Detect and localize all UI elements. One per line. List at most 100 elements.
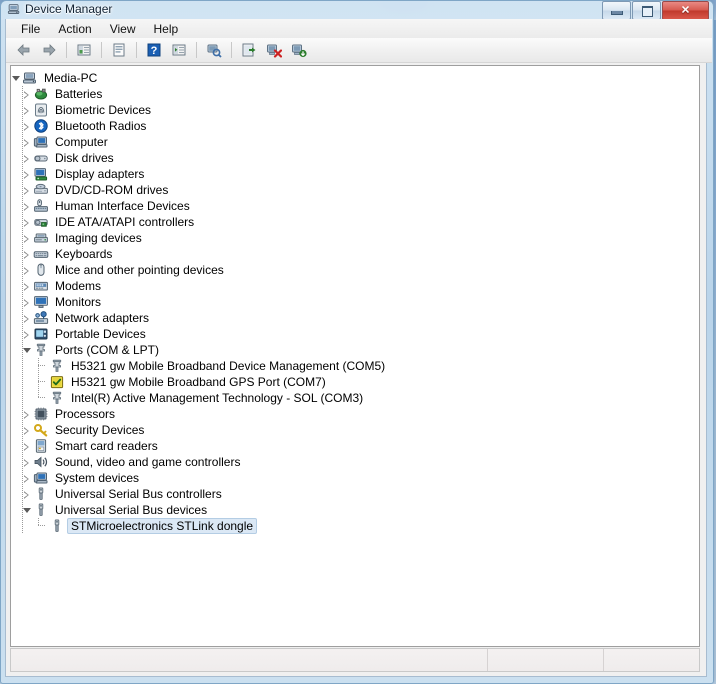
scan-hardware-icon [206, 42, 222, 58]
tree-item[interactable]: Processors [11, 406, 699, 422]
scan-for-hardware-changes-button[interactable] [202, 39, 226, 62]
tree-item[interactable]: Universal Serial Bus controllers [11, 486, 699, 502]
tree-indent-guide [11, 294, 23, 310]
console-tree-icon [76, 42, 92, 58]
tree-item[interactable]: Monitors [11, 294, 699, 310]
menu-action[interactable]: Action [49, 20, 100, 38]
tree-item[interactable]: Media-PC [11, 70, 699, 86]
tree-item[interactable]: DVD/CD-ROM drives [11, 182, 699, 198]
tree-item-label: Human Interface Devices [55, 199, 190, 213]
tree-item[interactable]: Keyboards [11, 246, 699, 262]
tree-expand-toggle-closed[interactable] [22, 310, 33, 326]
back-button[interactable] [12, 39, 36, 62]
sound-controller-icon [33, 454, 49, 470]
tree-item[interactable]: H5321 gw Mobile Broadband Device Managem… [11, 358, 699, 374]
tree-expand-toggle-open[interactable] [22, 502, 33, 518]
tree-expand-toggle-closed[interactable] [22, 294, 33, 310]
status-pane-3 [604, 649, 699, 671]
show-hide-action-pane-button[interactable] [167, 39, 191, 62]
tree-item[interactable]: Human Interface Devices [11, 198, 699, 214]
tree-item-label: Monitors [55, 295, 102, 309]
tree-expand-toggle-open[interactable] [22, 342, 33, 358]
tree-expand-toggle-closed[interactable] [22, 278, 33, 294]
enable-device-button[interactable] [287, 39, 311, 62]
properties-button[interactable] [107, 39, 131, 62]
tree-expand-toggle-closed[interactable] [22, 150, 33, 166]
tree-expand-toggle-closed[interactable] [22, 86, 33, 102]
tree-item[interactable]: Bluetooth Radios [11, 118, 699, 134]
fingerprint-icon [33, 102, 49, 118]
tree-item[interactable]: Intel(R) Active Management Technology - … [11, 390, 699, 406]
battery-icon [33, 86, 49, 102]
tree-expand-toggle-closed[interactable] [22, 326, 33, 342]
tree-expand-toggle-closed[interactable] [22, 214, 33, 230]
computer-node-icon [33, 134, 49, 150]
tree-expand-toggle-closed[interactable] [22, 246, 33, 262]
tree-expand-toggle-closed[interactable] [22, 230, 33, 246]
tree-item[interactable]: System devices [11, 470, 699, 486]
tree-indent-guide [11, 342, 23, 358]
tree-expand-toggle-closed[interactable] [22, 102, 33, 118]
tree-item[interactable]: Display adapters [11, 166, 699, 182]
tree-item[interactable]: Sound, video and game controllers [11, 454, 699, 470]
tree-expand-toggle-closed[interactable] [22, 438, 33, 454]
device-tree-panel[interactable]: Media-PC Batteries Biometric Devices Blueto… [10, 65, 700, 647]
usb-icon [33, 502, 49, 518]
display-adapter-icon [33, 166, 49, 182]
tree-item-label: Intel(R) Active Management Technology - … [71, 391, 364, 405]
tree-item[interactable]: Smart card readers [11, 438, 699, 454]
tree-item[interactable]: Imaging devices [11, 230, 699, 246]
tree-expand-toggle-closed[interactable] [22, 470, 33, 486]
tree-expand-toggle-open[interactable] [11, 70, 22, 86]
update-driver-button[interactable] [237, 39, 261, 62]
close-button[interactable]: ✕ [662, 1, 709, 20]
tree-item[interactable]: Mice and other pointing devices [11, 262, 699, 278]
tree-expand-toggle-closed[interactable] [22, 486, 33, 502]
tree-expand-toggle-closed[interactable] [22, 182, 33, 198]
menu-help[interactable]: Help [145, 20, 188, 38]
tree-item-selected[interactable]: STMicroelectronics STLink dongle [11, 518, 699, 534]
tree-expand-toggle-closed[interactable] [22, 406, 33, 422]
menu-view[interactable]: View [101, 20, 145, 38]
disable-device-button[interactable] [262, 39, 286, 62]
tree-item[interactable]: Universal Serial Bus devices [11, 502, 699, 518]
tree-item[interactable]: H5321 gw Mobile Broadband GPS Port (COM7… [11, 374, 699, 390]
show-hide-console-tree-button[interactable] [72, 39, 96, 62]
tree-indent-guide [11, 454, 23, 470]
tree-leaf-spacer [38, 518, 49, 534]
enable-device-icon [291, 42, 307, 58]
tree-expand-toggle-closed[interactable] [22, 134, 33, 150]
tree-indent-guide [11, 470, 23, 486]
tree-item[interactable]: Portable Devices [11, 326, 699, 342]
separator-5 [231, 42, 232, 58]
tree-expand-toggle-closed[interactable] [22, 262, 33, 278]
tree-expand-toggle-closed[interactable] [22, 118, 33, 134]
menu-file[interactable]: File [12, 20, 49, 38]
disable-device-icon [266, 42, 282, 58]
help-button[interactable]: ? [142, 39, 166, 62]
maximize-button[interactable] [632, 1, 661, 20]
tree-item[interactable]: Disk drives [11, 150, 699, 166]
tree-indent-guide [11, 422, 23, 438]
tree-item[interactable]: Network adapters [11, 310, 699, 326]
tree-item[interactable]: Biometric Devices [11, 102, 699, 118]
tree-expand-toggle-closed[interactable] [22, 454, 33, 470]
tree-item[interactable]: Modems [11, 278, 699, 294]
tree-item-label: H5321 gw Mobile Broadband Device Managem… [71, 359, 386, 373]
tree-item[interactable]: Security Devices [11, 422, 699, 438]
action-pane-icon [171, 42, 187, 58]
window-client-area: File Action View Help ? Media-PC Batteri… [5, 19, 712, 677]
tree-item[interactable]: IDE ATA/ATAPI controllers [11, 214, 699, 230]
tree-expand-toggle-closed[interactable] [22, 198, 33, 214]
tree-expand-toggle-closed[interactable] [22, 166, 33, 182]
minimize-button[interactable] [602, 1, 631, 20]
tree-item[interactable]: Ports (COM & LPT) [11, 342, 699, 358]
title-bar[interactable]: Device Manager ✕ [0, 0, 712, 20]
tree-item[interactable]: Batteries [11, 86, 699, 102]
tree-expand-toggle-closed[interactable] [22, 422, 33, 438]
tree-item-label: Media-PC [44, 71, 98, 85]
tree-item[interactable]: Computer [11, 134, 699, 150]
forward-button[interactable] [37, 39, 61, 62]
usb-icon [33, 486, 49, 502]
tree-indent-guide [11, 518, 46, 534]
